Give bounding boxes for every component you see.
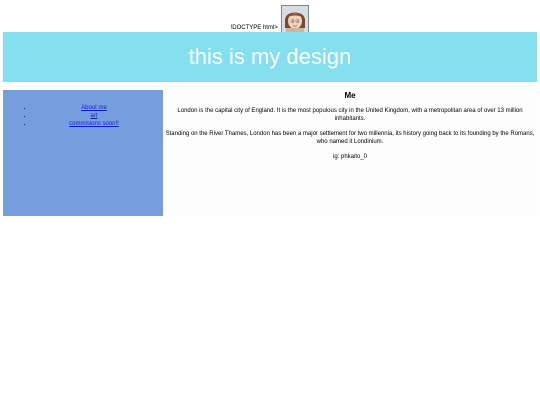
stray-doctype-text: !DOCTYPE html> xyxy=(230,25,278,31)
content-heading: Me xyxy=(344,91,356,100)
header-banner: this is my design xyxy=(3,32,537,82)
about-me-link[interactable]: About me xyxy=(81,105,107,111)
cartoon-face-avatar-icon xyxy=(282,6,309,32)
sidebar-nav: About me art commisions soon!! xyxy=(3,90,163,216)
instagram-handle: ig: phkaito_0 xyxy=(332,154,368,160)
page-title: this is my design xyxy=(188,44,352,69)
art-link[interactable]: art xyxy=(90,113,97,119)
content-paragraph: Standing on the River Thames, London has… xyxy=(165,131,535,145)
commissions-link[interactable]: commisions soon!! xyxy=(69,121,119,127)
main-content: Me London is the capital city of England… xyxy=(163,86,537,216)
top-row: !DOCTYPE html> xyxy=(0,3,540,33)
nav-item: About me xyxy=(33,104,163,112)
avatar-image xyxy=(281,5,310,33)
nav-item: commisions soon!! xyxy=(33,120,163,128)
nav-item: art xyxy=(33,112,163,120)
nav-list: About me art commisions soon!! xyxy=(3,90,163,128)
content-paragraph: London is the capital city of England. I… xyxy=(177,108,523,122)
